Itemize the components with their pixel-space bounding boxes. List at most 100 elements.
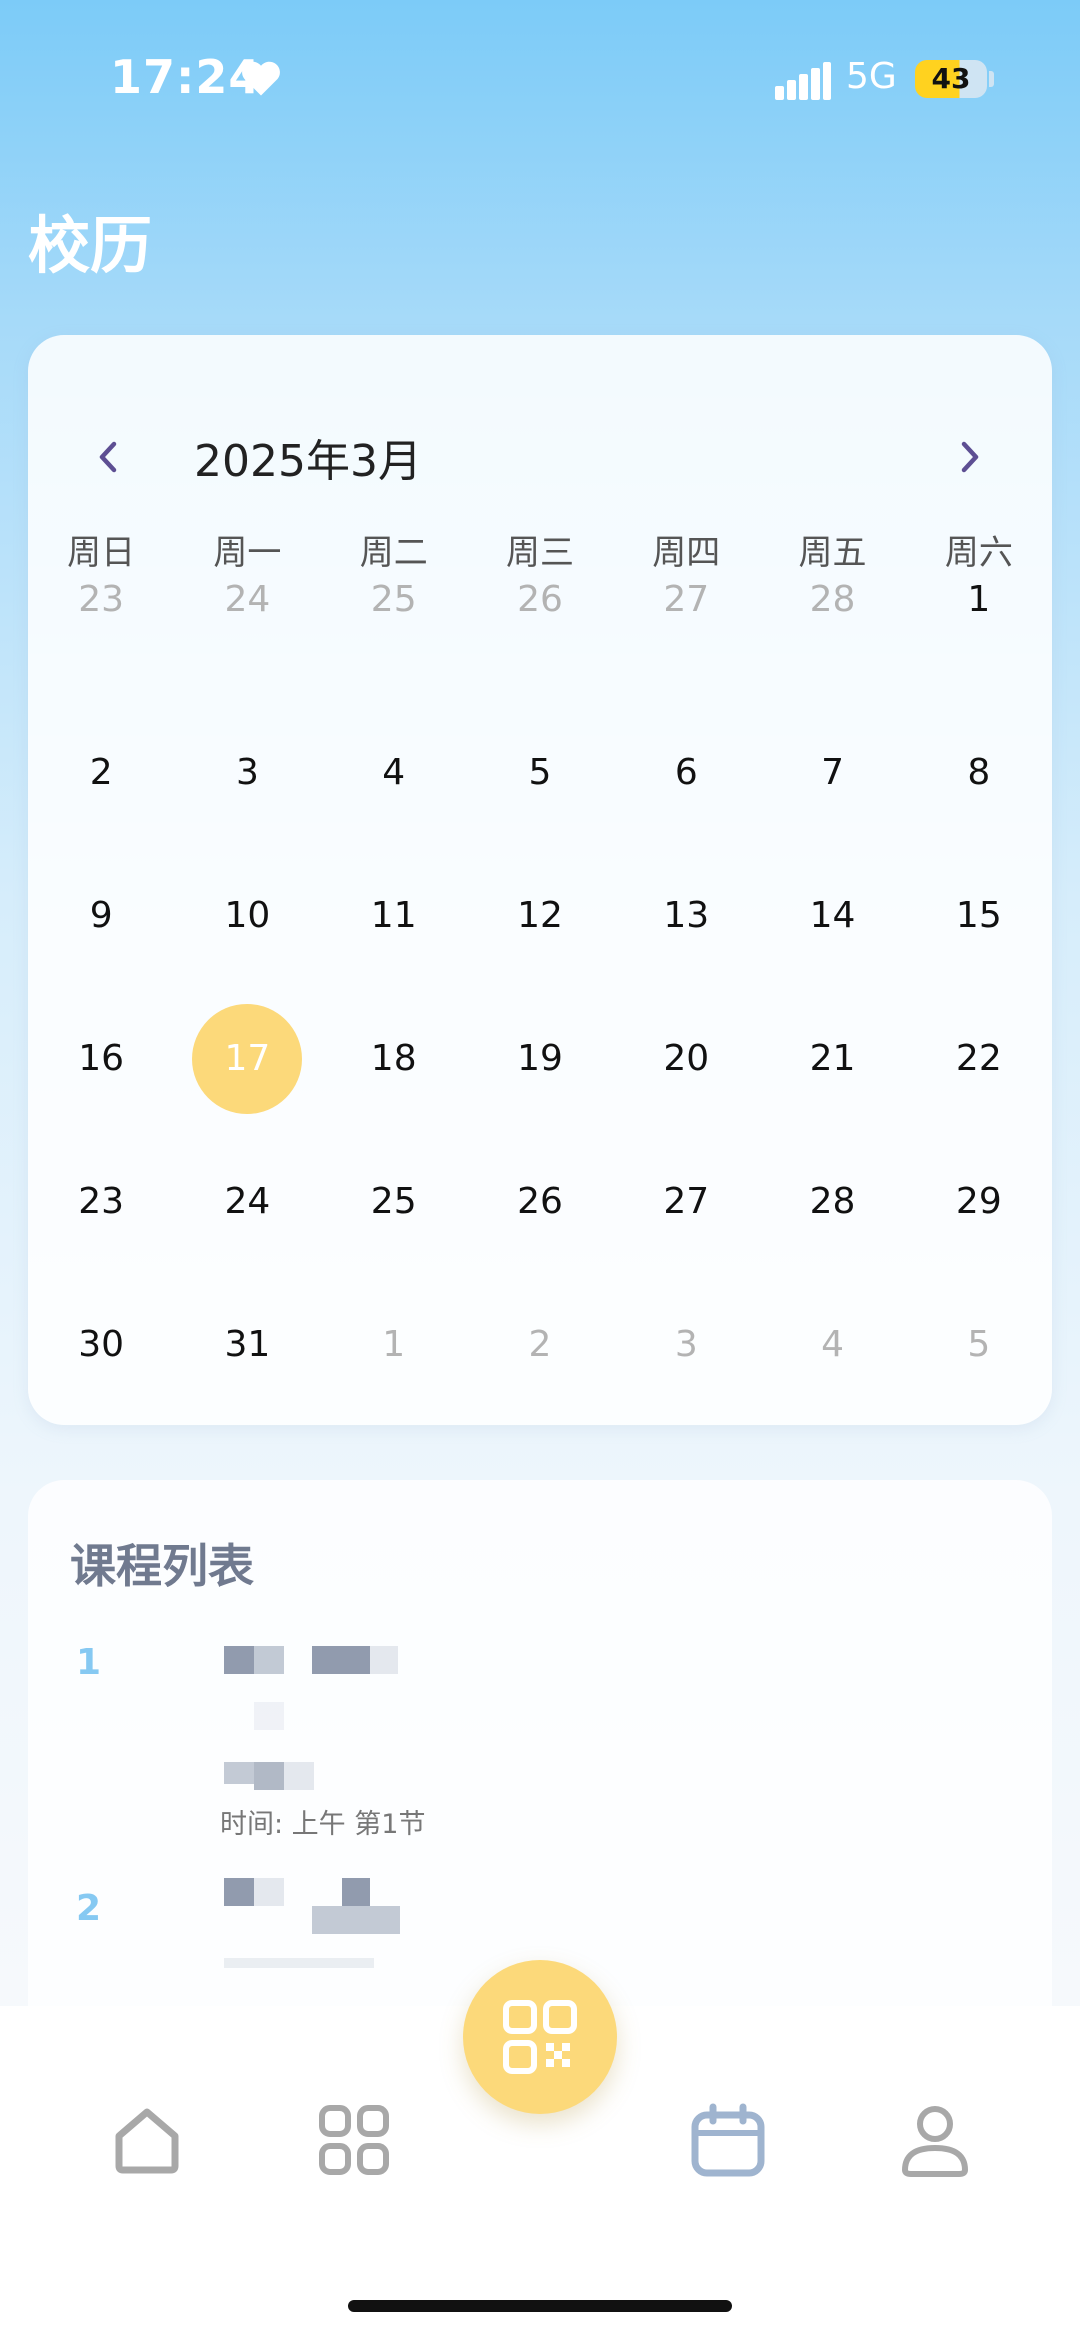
- calendar-day-number: 28: [809, 579, 856, 620]
- status-time: 17:24: [110, 50, 262, 104]
- calendar-week-row: 30 31 1 2 3 4 5: [28, 1290, 1052, 1433]
- calendar-day[interactable]: 8: [906, 718, 1052, 861]
- calendar-day[interactable]: 3: [174, 718, 320, 861]
- next-month-button[interactable]: [940, 427, 1000, 487]
- calendar-day[interactable]: 18: [321, 1004, 467, 1147]
- redacted-text: [312, 1646, 370, 1674]
- prev-month-button[interactable]: [78, 427, 138, 487]
- calendar-day[interactable]: 27: [613, 1147, 759, 1290]
- calendar-day-number: 18: [370, 1038, 417, 1079]
- calendar-day[interactable]: 24: [174, 1147, 320, 1290]
- course-index: 2: [76, 1888, 102, 1929]
- redacted-text: [254, 1878, 284, 1906]
- calendar-day[interactable]: 2: [467, 1290, 613, 1433]
- calendar-day[interactable]: 4: [759, 1290, 905, 1433]
- calendar-day[interactable]: 26: [467, 575, 613, 718]
- redacted-text: [224, 1646, 254, 1674]
- calendar-day-number: 14: [809, 895, 856, 936]
- calendar-day-number: 25: [370, 1181, 417, 1222]
- calendar-day-number: 15: [955, 895, 1002, 936]
- calendar-day[interactable]: 21: [759, 1004, 905, 1147]
- redacted-text: [224, 1762, 254, 1784]
- redacted-text: [312, 1906, 400, 1934]
- calendar-day[interactable]: 7: [759, 718, 905, 861]
- calendar-header: 2025年3月: [28, 405, 1052, 505]
- redacted-text: [254, 1762, 284, 1790]
- home-icon: [115, 2108, 179, 2174]
- calendar-day-number: 23: [78, 1181, 125, 1222]
- calendar-day-number: 13: [663, 895, 710, 936]
- grid-icon: [319, 2105, 389, 2175]
- redacted-text: [254, 1702, 284, 1730]
- calendar-day[interactable]: 1: [321, 1290, 467, 1433]
- profile-icon: [902, 2106, 968, 2177]
- redacted-text: [342, 1878, 370, 1906]
- calendar-day[interactable]: 5: [467, 718, 613, 861]
- calendar-day[interactable]: 15: [906, 861, 1052, 1004]
- calendar-day-number: 11: [370, 895, 417, 936]
- month-title: 2025年3月: [194, 436, 422, 487]
- calendar-day-number: 1: [967, 579, 991, 620]
- course-time: 时间: 上午 第1节: [220, 1809, 426, 1840]
- calendar-day-number: 8: [967, 752, 991, 793]
- calendar-day[interactable]: 23: [28, 1147, 174, 1290]
- calendar-day[interactable]: 2: [28, 718, 174, 861]
- calendar-week-row: 2 3 4 5 6 7 8: [28, 718, 1052, 861]
- calendar-day[interactable]: 25: [321, 1147, 467, 1290]
- tab-apps[interactable]: [314, 2100, 394, 2180]
- calendar-day[interactable]: 24: [174, 575, 320, 718]
- calendar-day[interactable]: 28: [759, 1147, 905, 1290]
- calendar-day[interactable]: 23: [28, 575, 174, 718]
- course-index: 1: [76, 1642, 102, 1683]
- calendar-day[interactable]: 22: [906, 1004, 1052, 1147]
- calendar-day-number: 30: [78, 1324, 125, 1365]
- calendar-day-number: 6: [674, 752, 698, 793]
- calendar-day[interactable]: 26: [467, 1147, 613, 1290]
- heart-icon: [242, 61, 280, 96]
- calendar-day-number: 31: [224, 1324, 271, 1365]
- calendar-day-number: 24: [224, 579, 271, 620]
- calendar-week-row: 23 24 25 26 27 28 1: [28, 575, 1052, 718]
- calendar-day[interactable]: 4: [321, 718, 467, 861]
- battery-level: 43: [931, 62, 971, 95]
- calendar-day[interactable]: 14: [759, 861, 905, 1004]
- signal-icon: [775, 62, 831, 100]
- calendar-day[interactable]: 10: [174, 861, 320, 1004]
- calendar-day-number: 28: [809, 1181, 856, 1222]
- calendar-day-number: 23: [78, 579, 125, 620]
- redacted-text: [224, 1878, 254, 1906]
- qr-scan-button[interactable]: [463, 1960, 617, 2114]
- calendar-day[interactable]: 5: [906, 1290, 1052, 1433]
- calendar-day[interactable]: 27: [613, 575, 759, 718]
- qr-code-icon: [503, 2000, 577, 2074]
- tab-profile[interactable]: [895, 2100, 975, 2180]
- calendar-day-number: 9: [89, 895, 113, 936]
- calendar-day-number: 24: [224, 1181, 271, 1222]
- calendar-week-row: 16 17 18 19 20 21 22: [28, 1004, 1052, 1147]
- calendar-week-row: 9 10 11 12 13 14 15: [28, 861, 1052, 1004]
- calendar-grid: 23 24 25 26 27 28 1 2 3 4 5 6 7 8 9 10 11 12 13 14 15 16 17 18 1…: [28, 575, 1052, 1433]
- calendar-day[interactable]: 31: [174, 1290, 320, 1433]
- calendar-day[interactable]: 13: [613, 861, 759, 1004]
- calendar-day[interactable]: 12: [467, 861, 613, 1004]
- calendar-icon: [691, 2103, 765, 2177]
- calendar-day[interactable]: 20: [613, 1004, 759, 1147]
- calendar-day[interactable]: 3: [613, 1290, 759, 1433]
- tab-calendar[interactable]: [688, 2100, 768, 2180]
- calendar-day[interactable]: 11: [321, 861, 467, 1004]
- calendar-day[interactable]: 19: [467, 1004, 613, 1147]
- calendar-day[interactable]: 29: [906, 1147, 1052, 1290]
- calendar-day[interactable]: 9: [28, 861, 174, 1004]
- chevron-left-icon: [99, 441, 117, 473]
- calendar-day[interactable]: 28: [759, 575, 905, 718]
- calendar-day[interactable]: 30: [28, 1290, 174, 1433]
- calendar-day-today[interactable]: 17: [174, 1004, 320, 1147]
- calendar-day[interactable]: 1: [906, 575, 1052, 718]
- calendar-day[interactable]: 25: [321, 575, 467, 718]
- calendar-day-number: 27: [663, 579, 710, 620]
- calendar-day[interactable]: 16: [28, 1004, 174, 1147]
- home-indicator: [348, 2300, 732, 2312]
- calendar-day[interactable]: 6: [613, 718, 759, 861]
- calendar-day-number: 21: [809, 1038, 856, 1079]
- tab-home[interactable]: [107, 2100, 187, 2180]
